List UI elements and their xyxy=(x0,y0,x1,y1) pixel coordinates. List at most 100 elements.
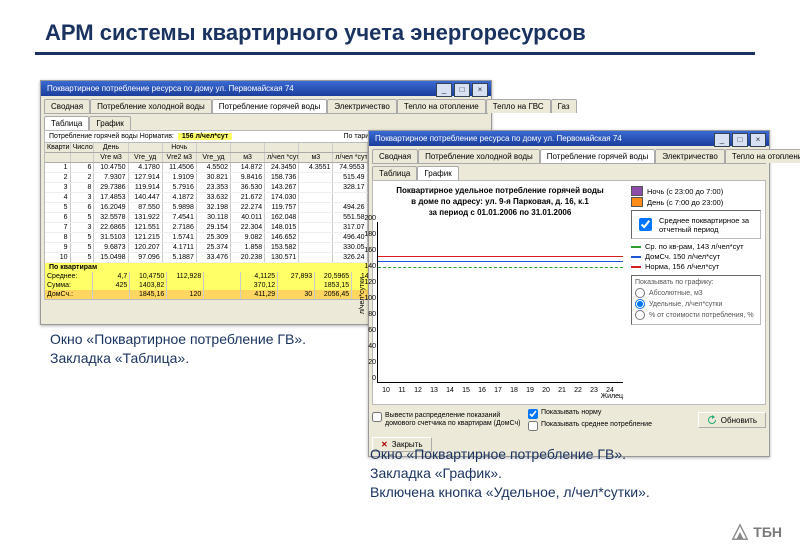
tabs-view: ТаблицаГрафик xyxy=(372,166,766,180)
col-header: Vге2 м3 xyxy=(163,153,197,162)
tab-2[interactable]: Потребление горячей воды xyxy=(212,99,327,113)
x-tick: 11 xyxy=(396,387,408,394)
window-chart: Поквартирное потребление ресурса по дому… xyxy=(368,130,770,457)
chart-title: Поквартирное удельное потребление горяче… xyxy=(377,185,623,218)
col-header: Vге_уд xyxy=(129,153,163,162)
chart-plot: л/чел*сутки 0204060801001201401601802001… xyxy=(377,222,623,383)
col-header xyxy=(45,153,71,162)
col-header: Vге м3 xyxy=(94,153,128,162)
swatch-day xyxy=(631,197,643,207)
chk-avg-period[interactable] xyxy=(639,218,652,231)
y-tick: 40 xyxy=(358,343,376,350)
x-tick: 16 xyxy=(476,387,488,394)
x-tick: 12 xyxy=(412,387,424,394)
tab-0[interactable]: Сводная xyxy=(44,99,90,113)
tab-3[interactable]: Электричество xyxy=(327,99,397,113)
y-tick: 180 xyxy=(358,231,376,238)
tab-4[interactable]: Тепло на отопление xyxy=(397,99,486,113)
close-icon[interactable]: × xyxy=(472,83,488,97)
y-tick: 100 xyxy=(358,295,376,302)
titlebar: Поквартирное потребление ресурса по дому… xyxy=(41,81,491,96)
col-header xyxy=(333,143,367,152)
col-header: л/чел *сут xyxy=(333,153,367,162)
window-title: Поквартирное потребление ресурса по дому… xyxy=(47,84,294,93)
chk-show-avg[interactable]: Показывать среднее потребление xyxy=(528,421,652,431)
swatch-night xyxy=(631,186,643,196)
col-header xyxy=(231,143,265,152)
chart-side-panel: Ночь (с 23:00 до 7:00) День (с 7:00 до 2… xyxy=(627,181,765,404)
tabs-resource: СводнаяПотребление холодной водыПотребле… xyxy=(44,99,488,114)
x-axis-label: Жилец xyxy=(377,393,623,400)
tab-5[interactable]: Тепло на ГВС xyxy=(486,99,551,113)
x-tick: 13 xyxy=(428,387,440,394)
x-tick: 18 xyxy=(508,387,520,394)
x-tick: 15 xyxy=(460,387,472,394)
minimize-icon[interactable]: _ xyxy=(436,83,452,97)
col-header: л/чел *сут xyxy=(265,153,299,162)
refresh-button[interactable]: Обновить xyxy=(698,412,766,428)
col-header xyxy=(129,143,163,152)
caption-1: Окно «Поквартирное потребление ГВ».Закла… xyxy=(50,330,306,368)
y-tick: 0 xyxy=(358,375,376,382)
radio-specific[interactable]: Удельные, л/чел*сутки xyxy=(635,299,757,309)
minimize-icon[interactable]: _ xyxy=(714,133,730,147)
tab-4[interactable]: Тепло на отопление xyxy=(725,149,800,163)
tab-0[interactable]: Сводная xyxy=(372,149,418,163)
close-icon[interactable]: × xyxy=(750,133,766,147)
line-avg-icon xyxy=(631,246,641,248)
y-tick: 20 xyxy=(358,359,376,366)
tab-0[interactable]: Таблица xyxy=(44,116,89,130)
line-norm-icon xyxy=(631,266,641,268)
x-tick: 14 xyxy=(444,387,456,394)
col-header: Кварти- ры xyxy=(45,143,71,152)
refresh-icon xyxy=(707,415,717,425)
titlebar: Поквартирное потребление ресурса по дому… xyxy=(369,131,769,146)
tab-1[interactable]: Потребление холодной воды xyxy=(418,149,540,163)
y-tick: 140 xyxy=(358,263,376,270)
tabs-resource: СводнаяПотребление холодной водыПотребле… xyxy=(372,149,766,164)
tab-6[interactable]: Газ xyxy=(551,99,577,113)
chk-show-norm[interactable]: Показывать норму xyxy=(528,409,652,419)
col-header xyxy=(71,153,95,162)
y-tick: 200 xyxy=(358,215,376,222)
x-tick: 19 xyxy=(524,387,536,394)
window-title: Поквартирное потребление ресурса по дому… xyxy=(375,134,622,143)
col-header: м3 xyxy=(299,153,333,162)
radio-absolute[interactable]: Абсолютные, м3 xyxy=(635,288,757,298)
title-rule xyxy=(35,52,755,55)
maximize-icon[interactable]: □ xyxy=(454,83,470,97)
y-tick: 160 xyxy=(358,247,376,254)
tab-2[interactable]: Потребление горячей воды xyxy=(540,149,655,163)
radio-percent[interactable]: % от стоимости потребления, % xyxy=(635,310,757,320)
x-tick: 21 xyxy=(556,387,568,394)
y-tick: 80 xyxy=(358,311,376,318)
x-tick: 10 xyxy=(380,387,392,394)
logo-icon xyxy=(731,523,749,541)
caption-2: Окно «Поквартирное потребление ГВ».Закла… xyxy=(370,445,650,502)
col-header: День xyxy=(94,143,128,152)
slide-title: АРМ системы квартирного учета энергоресу… xyxy=(45,20,586,46)
tab-0[interactable]: Таблица xyxy=(372,166,417,180)
chk-dom-distribution[interactable]: Вывести распределение показаний домового… xyxy=(372,412,522,428)
col-header: м3 xyxy=(231,153,265,162)
col-header xyxy=(265,143,299,152)
norm-value: 156 л/чел*сут xyxy=(178,133,232,140)
logo: ТБН xyxy=(731,523,782,541)
col-header: Vге_уд xyxy=(197,153,231,162)
x-tick: 24 xyxy=(604,387,616,394)
x-tick: 22 xyxy=(572,387,584,394)
tab-1[interactable]: График xyxy=(417,166,458,180)
col-header xyxy=(197,143,231,152)
line-domsch-icon xyxy=(631,256,641,258)
col-header: Ночь xyxy=(163,143,197,152)
x-tick: 23 xyxy=(588,387,600,394)
col-header: Число жиль- цов xyxy=(71,143,95,152)
tabs-view: ТаблицаГрафик xyxy=(44,116,488,130)
tab-1[interactable]: Потребление холодной воды xyxy=(90,99,212,113)
x-tick: 17 xyxy=(492,387,504,394)
y-tick: 120 xyxy=(358,279,376,286)
tab-3[interactable]: Электричество xyxy=(655,149,725,163)
x-tick: 20 xyxy=(540,387,552,394)
maximize-icon[interactable]: □ xyxy=(732,133,748,147)
tab-1[interactable]: График xyxy=(89,116,130,130)
